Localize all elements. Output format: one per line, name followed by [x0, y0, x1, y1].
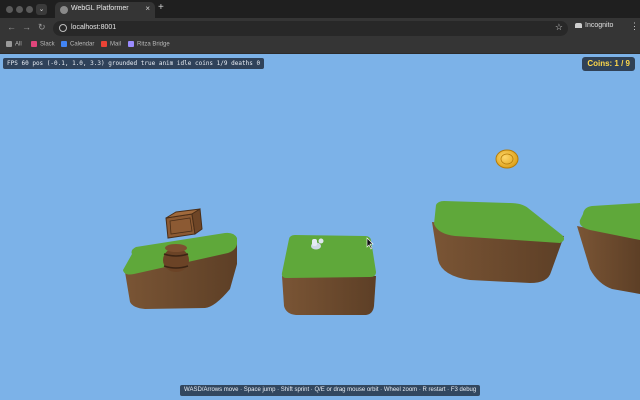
- game-canvas[interactable]: FPS 60 pos (-0.1, 1.0, 3.3) grounded tru…: [0, 54, 640, 400]
- slack-icon: [31, 41, 37, 47]
- bookmark-star-icon[interactable]: ☆: [555, 22, 563, 33]
- bookmark-calendar[interactable]: Calendar: [61, 41, 94, 48]
- incognito-indicator[interactable]: Incognito: [575, 22, 613, 29]
- anim-value: idle: [176, 60, 192, 67]
- bookmark-label: All: [15, 41, 22, 48]
- site-info-icon[interactable]: [59, 24, 67, 32]
- url-text[interactable]: localhost:8001: [71, 24, 116, 31]
- platform-2: [281, 235, 376, 315]
- back-icon[interactable]: ←: [7, 22, 16, 32]
- grounded-label: grounded: [108, 60, 138, 67]
- close-tab-icon[interactable]: ×: [145, 4, 150, 13]
- minimize-window-icon[interactable]: [16, 6, 23, 13]
- tab-search-button[interactable]: ⌄: [36, 4, 47, 15]
- grounded-value: true: [140, 60, 156, 67]
- tab-strip: ⌄ WebGL Platformer × +: [0, 0, 640, 18]
- barrel: [163, 244, 189, 272]
- bookmark-label: Ritza Bridge: [137, 41, 170, 48]
- deaths-value: 0: [256, 60, 261, 67]
- platform-3: [432, 201, 565, 283]
- pos-label: pos: [32, 60, 44, 67]
- address-bar[interactable]: localhost:8001 ☆: [53, 21, 568, 36]
- bookmark-label: Calendar: [70, 41, 95, 48]
- maximize-window-icon[interactable]: [26, 6, 33, 13]
- bookmark-label: Mail: [110, 41, 122, 48]
- bridge-icon: [128, 41, 134, 47]
- coins-label: coins: [194, 60, 214, 67]
- game-scene: [123, 149, 640, 315]
- bookmark-slack[interactable]: Slack: [31, 41, 55, 48]
- folder-icon: [6, 41, 12, 47]
- browser-toolbar: ← → ↻ localhost:8001 ☆ Incognito ⋮: [0, 18, 640, 38]
- incognito-label: Incognito: [585, 22, 614, 29]
- tab-webgl-platformer[interactable]: WebGL Platformer ×: [55, 2, 155, 18]
- close-window-icon[interactable]: [6, 6, 13, 13]
- crate: [165, 208, 203, 239]
- new-tab-button[interactable]: +: [158, 2, 164, 13]
- anim-label: anim: [158, 60, 174, 67]
- reload-icon[interactable]: ↻: [38, 22, 46, 33]
- browser-menu-icon[interactable]: ⋮: [630, 21, 639, 32]
- calendar-icon: [61, 41, 67, 47]
- bookmark-all[interactable]: All: [6, 41, 22, 48]
- bookmark-label: Slack: [40, 41, 55, 48]
- fps-label: FPS: [7, 60, 18, 67]
- forward-icon[interactable]: →: [22, 22, 31, 32]
- pos-value: (-0.1, 1.0, 3.3): [46, 60, 105, 67]
- coin: [495, 149, 519, 169]
- deaths-label: deaths: [231, 60, 253, 67]
- bookmark-ritza-bridge[interactable]: Ritza Bridge: [128, 41, 170, 48]
- debug-overlay: FPS 60 pos (-0.1, 1.0, 3.3) grounded tru…: [3, 58, 265, 69]
- gmail-icon: [101, 41, 107, 47]
- platform-4: [577, 203, 640, 294]
- coins-counter: Coins: 1 / 9: [582, 57, 635, 71]
- incognito-icon: [575, 22, 582, 28]
- favicon-icon: [60, 6, 68, 14]
- coins-value: 1/9: [216, 60, 228, 67]
- bookmark-mail[interactable]: Mail: [101, 41, 121, 48]
- tab-title: WebGL Platformer: [71, 5, 129, 12]
- controls-hint: WASD/Arrows move · Space jump · Shift sp…: [180, 385, 481, 396]
- fps-value: 60: [21, 60, 29, 67]
- browser-window: ⌄ WebGL Platformer × + ← → ↻ localhost:8…: [0, 0, 640, 400]
- bookmarks-bar: All Slack Calendar Mail Ritza Bridge: [0, 38, 640, 54]
